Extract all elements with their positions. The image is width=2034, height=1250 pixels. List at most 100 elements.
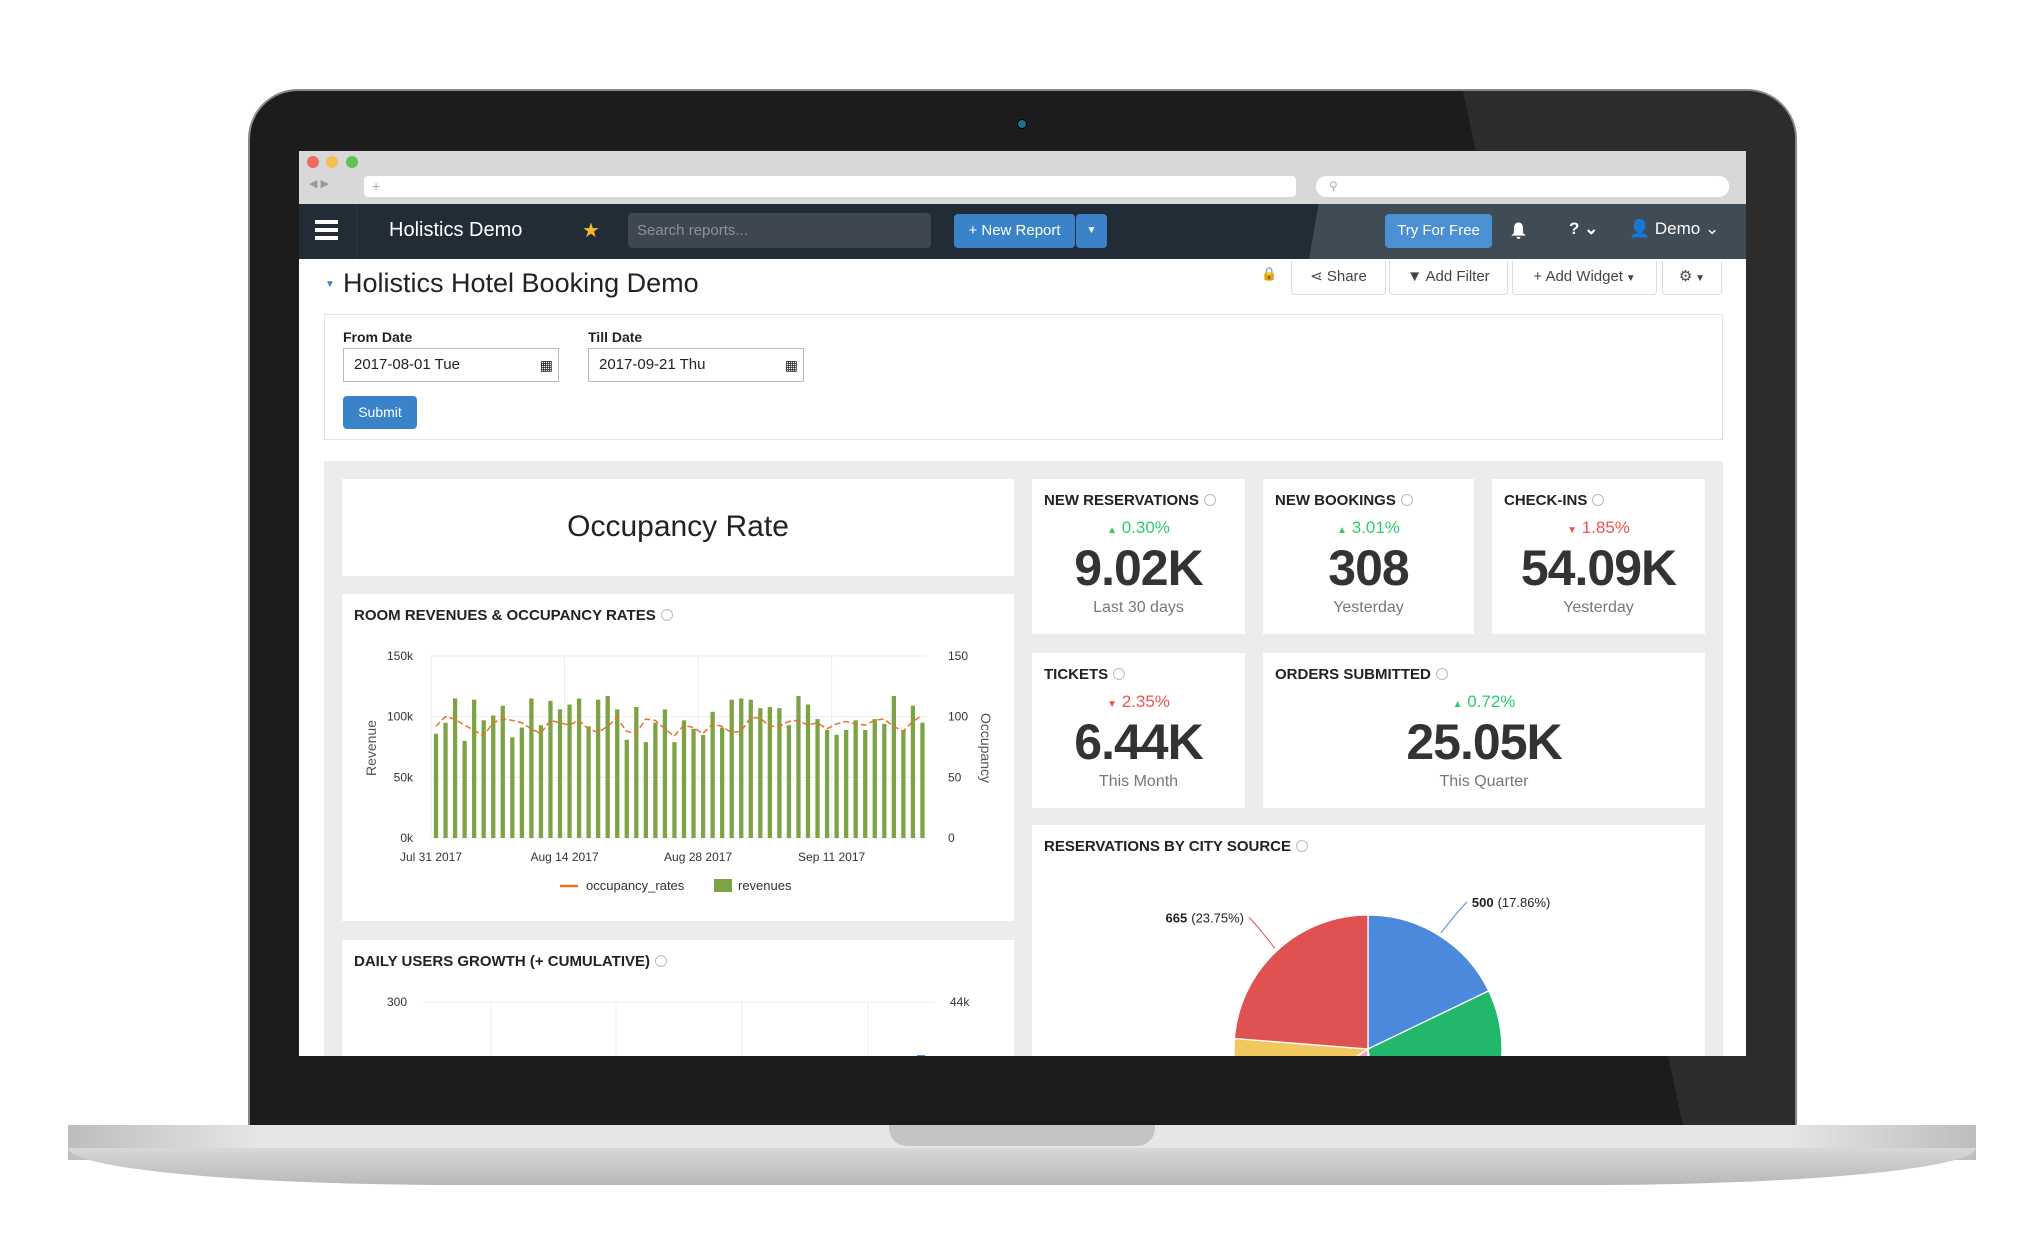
back-forward-icon[interactable]: ◀ ▶: [309, 177, 329, 190]
revenue-bar: [796, 696, 801, 838]
close-window-button[interactable]: [307, 156, 319, 168]
revenue-bar: [538, 725, 544, 838]
x-tick-label: Sep 11 2017: [798, 850, 865, 864]
triangle-up-icon: ▲: [1107, 525, 1117, 536]
share-button[interactable]: ⋖ Share: [1291, 261, 1386, 295]
caret-down-icon: ▼: [1622, 273, 1636, 284]
maximize-window-button[interactable]: [346, 156, 358, 168]
clock-icon: [1113, 668, 1126, 680]
minimize-window-button[interactable]: [326, 156, 338, 168]
daily-users-chart[interactable]: 300 44k: [342, 979, 1014, 1056]
kpi-card: NEW BOOKINGS ▲ 3.01% 308 Yesterday: [1263, 479, 1474, 634]
revenue-bar: [510, 737, 515, 838]
kpi-title: CHECK-INS: [1504, 492, 1605, 509]
pie-data-label: 500 (17.86%): [1472, 895, 1550, 910]
hamburger-menu-icon[interactable]: [315, 220, 338, 240]
kpi-value: 6.44K: [1074, 714, 1203, 770]
kpi-period: This Quarter: [1439, 773, 1529, 790]
revenue-bar: [681, 720, 687, 838]
calendar-icon[interactable]: ▦: [785, 349, 798, 381]
kpi-change-value: 0.30%: [1121, 518, 1170, 537]
y2-tick-label: 150: [948, 649, 968, 663]
revenue-bar: [844, 730, 849, 838]
revenue-bar: [834, 734, 839, 838]
revenue-bar: [691, 728, 696, 838]
y-tick-label: 150k: [387, 649, 414, 663]
kpi-title-text: CHECK-INS: [1504, 492, 1588, 509]
revenue-bar: [920, 722, 925, 838]
caret-down-icon: ▼: [1692, 273, 1706, 284]
revenue-bar: [472, 699, 477, 838]
city-source-pie-chart[interactable]: 500 (17.86%) 665 (23.75%): [1032, 825, 1705, 1056]
chevron-down-icon: ⌄: [1584, 219, 1599, 238]
collapse-triangle-icon[interactable]: ▼: [325, 279, 335, 290]
widget-title: ROOM REVENUES & OCCUPANCY RATES: [354, 607, 673, 624]
help-menu[interactable]: ? ⌄: [1569, 219, 1598, 239]
revenue-bar: [443, 722, 448, 838]
settings-button[interactable]: ⚙ ▼: [1662, 261, 1722, 295]
y2-tick-label: 0: [948, 831, 955, 845]
submit-button[interactable]: Submit: [343, 396, 417, 429]
camera: [1017, 119, 1027, 129]
new-report-button[interactable]: + New Report: [954, 214, 1075, 248]
kpi-title-text: NEW RESERVATIONS: [1044, 492, 1200, 509]
kpi-title: ORDERS SUBMITTED: [1275, 666, 1448, 683]
revenue-bar: [615, 709, 620, 838]
kpi-value: 308: [1328, 540, 1409, 596]
kpi-card: NEW RESERVATIONS ▲ 0.30% 9.02K Last 30 d…: [1032, 479, 1245, 634]
clock-icon: [655, 955, 667, 967]
revenue-bar: [901, 730, 906, 838]
y-axis-label: Revenue: [363, 720, 379, 776]
calendar-icon[interactable]: ▦: [540, 349, 553, 381]
kpi-value: 54.09K: [1520, 540, 1677, 596]
notifications-bell-icon[interactable]: [1510, 221, 1527, 246]
search-reports-input[interactable]: [628, 213, 931, 248]
revenue-bar: [596, 699, 601, 838]
clock-icon: [1592, 494, 1605, 506]
browser-chrome: ◀ ▶ + ⚲: [299, 151, 1746, 204]
kpi-change-value: 1.85%: [1581, 518, 1630, 537]
kpi-period: This Month: [1098, 773, 1179, 790]
clock-icon: [1400, 494, 1413, 506]
revenue-bar: [576, 698, 582, 838]
till-date-value: 2017-09-21 Thu: [599, 356, 706, 373]
kpi-change-value: 2.35%: [1121, 692, 1170, 711]
chevron-down-icon: ⌄: [1705, 219, 1720, 238]
kpi-change-value: 3.01%: [1351, 518, 1400, 537]
legend-label: revenues: [738, 878, 792, 893]
triangle-down-icon: ▼: [1107, 699, 1117, 710]
add-widget-button[interactable]: + Add Widget ▼: [1512, 261, 1657, 295]
try-for-free-button[interactable]: Try For Free: [1385, 214, 1492, 248]
screen: ◀ ▶ + ⚲ Holistics Demo ★ + New Report ▼ …: [299, 151, 1746, 1056]
divider: [356, 204, 357, 259]
new-report-dropdown-chevron-icon[interactable]: ▼: [1076, 214, 1107, 248]
revenue-bar: [643, 742, 648, 838]
clock-icon: [1204, 494, 1217, 506]
top-navbar: Holistics Demo ★ + New Report ▼ Try For …: [299, 204, 1746, 259]
revenue-bar: [710, 711, 715, 838]
from-date-input[interactable]: 2017-08-01 Tue ▦: [343, 348, 559, 382]
lock-icon[interactable]: 🔒: [1261, 266, 1277, 282]
legend-swatch-revenues: [714, 879, 732, 892]
star-icon[interactable]: ★: [582, 218, 600, 243]
kpi-card: TICKETS ▼ 2.35% 6.44K This Month: [1032, 653, 1245, 808]
url-bar[interactable]: +: [364, 176, 1296, 197]
triangle-up-icon: ▲: [1452, 699, 1463, 710]
revenue-bar: [815, 719, 820, 838]
revenue-occupancy-chart[interactable]: 0k 0 50k 50 100k 100 150k 150 Jul 31 2017 Aug 14 …: [342, 633, 1014, 921]
app-title[interactable]: Holistics Demo: [389, 219, 522, 242]
kpi-title-text: TICKETS: [1044, 666, 1109, 683]
pie-value: 500: [1472, 895, 1494, 910]
revenue-bar: [519, 727, 524, 838]
revenue-bar: [910, 705, 916, 838]
add-filter-button[interactable]: ▼ Add Filter: [1389, 261, 1508, 295]
pie-data-label: 665 (23.75%): [1166, 910, 1244, 925]
revenue-bar: [863, 730, 868, 838]
user-menu[interactable]: 👤 Demo ⌄: [1629, 219, 1719, 239]
browser-search-icon[interactable]: ⚲: [1316, 176, 1729, 197]
share-icon: ⋖: [1310, 268, 1327, 285]
till-date-input[interactable]: 2017-09-21 Thu ▦: [588, 348, 804, 382]
y2-tick-label: 44k: [950, 995, 970, 1009]
kpi-change: ▲ 0.30%: [1032, 518, 1245, 538]
revenue-bar: [491, 715, 496, 838]
